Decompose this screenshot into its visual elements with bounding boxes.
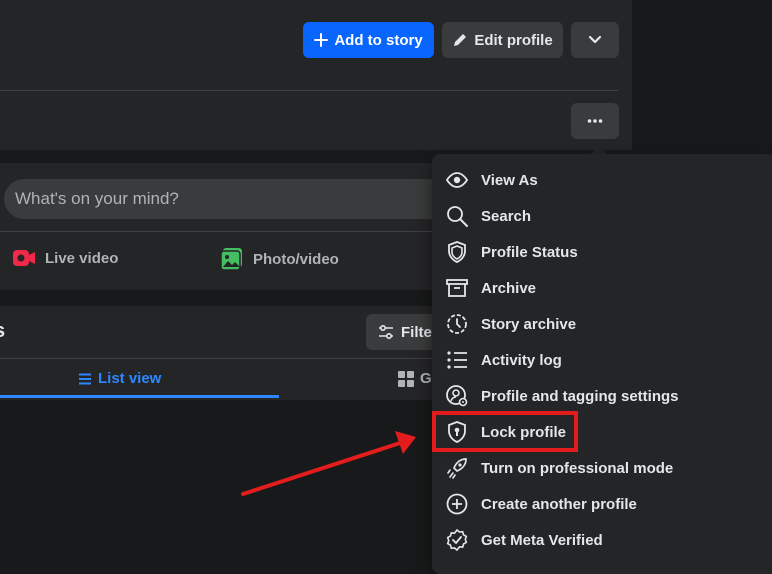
annotation-arrow	[241, 431, 416, 496]
